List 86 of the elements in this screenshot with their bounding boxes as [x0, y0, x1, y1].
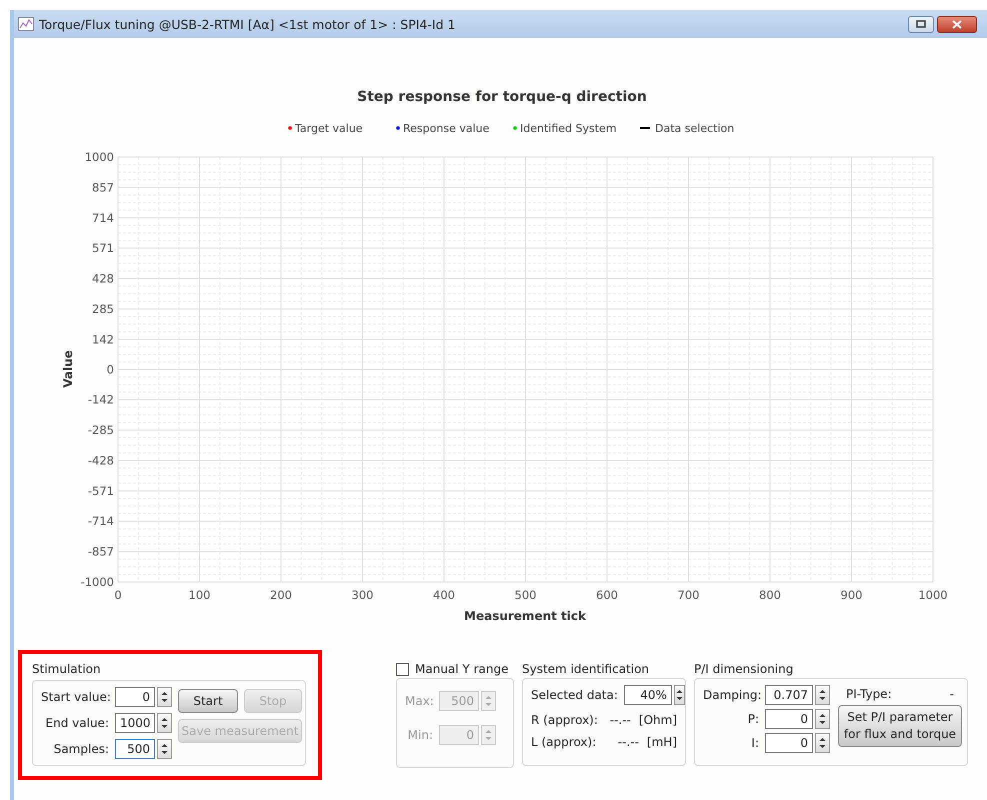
y-tick-label: 428: [92, 272, 114, 286]
number-field[interactable]: 0: [115, 687, 155, 707]
y-tick-label: 0: [106, 362, 114, 376]
spin-button[interactable]: [674, 685, 685, 705]
x-tick-label: 500: [514, 588, 536, 602]
x-tick-label: 100: [188, 588, 210, 602]
spinner-arrows-icon: [160, 716, 169, 730]
x-axis-label: Measurement tick: [464, 609, 586, 623]
spin-button[interactable]: [157, 687, 172, 707]
spinner-arrows-icon: [818, 712, 827, 726]
set-parameter-button[interactable]: Set P/I parameter for flux and torque: [838, 705, 962, 747]
action-button[interactable]: Start: [178, 689, 238, 713]
y-tick-label: 571: [92, 241, 114, 256]
field-label: Start value:: [41, 690, 109, 704]
x-tick-label: 200: [270, 588, 292, 602]
spinner-arrows-icon: [818, 688, 827, 702]
y-tick-label: -428: [88, 453, 114, 468]
field-label: Max:: [405, 694, 433, 708]
legend-label: Data selection: [655, 122, 734, 135]
y-tick-label: 714: [92, 210, 114, 225]
x-tick-label: 1000: [918, 588, 948, 602]
x-tick-label: 300: [352, 588, 374, 602]
number-field[interactable]: 0: [765, 733, 813, 753]
x-tick-label: 0: [114, 588, 122, 602]
field-label: Min:: [406, 728, 433, 742]
x-tick-label: 400: [433, 588, 455, 602]
x-tick-label: 600: [596, 588, 618, 602]
number-field[interactable]: 1000: [115, 713, 155, 733]
checkbox[interactable]: [396, 662, 409, 676]
spinner-arrows-icon: [484, 694, 493, 708]
result-label: L (approx):: [531, 735, 598, 749]
close-icon: [952, 20, 962, 28]
y-tick-label: 857: [92, 180, 114, 194]
y-tick-label: 142: [92, 332, 114, 346]
result-value: --.--: [610, 713, 631, 727]
legend-label: Target value: [295, 122, 363, 135]
y-tick-label: -285: [88, 423, 114, 438]
spin-button[interactable]: [815, 709, 830, 729]
group-title: Stimulation: [32, 662, 102, 676]
field-label: End value:: [44, 716, 109, 730]
spinner-arrows-icon: [818, 736, 827, 750]
spin-button[interactable]: [815, 685, 830, 705]
field-label: I:: [750, 736, 759, 750]
chart-title: Step response for torque-q direction: [357, 89, 647, 105]
spin-button[interactable]: [157, 713, 172, 733]
spinner-arrows-icon: [674, 688, 684, 702]
result-label: R (approx):: [531, 713, 599, 727]
spinner-arrows-icon: [160, 690, 169, 704]
unit-label: [mH]: [646, 735, 677, 749]
result-value: --.--: [618, 735, 639, 749]
field-label: Samples:: [52, 742, 109, 756]
type-label: PI-Type:: [846, 687, 892, 701]
window-title: Torque/Flux tuning @USB-2-RTMI [Aα] <1st motor of 1> : SPI4-Id 1: [39, 16, 456, 32]
group-title: System identification: [522, 662, 650, 676]
number-field[interactable]: 500: [115, 739, 155, 759]
chart-icon: [18, 17, 34, 31]
restore-icon: [916, 20, 926, 28]
y-axis-label: Value: [61, 350, 75, 388]
number-field[interactable]: 0: [765, 709, 813, 729]
spinner-arrows-icon: [484, 728, 493, 742]
x-tick-label: 700: [678, 588, 700, 602]
y-tick-label: -1000: [80, 575, 114, 589]
legend-label: Identified System: [520, 122, 617, 135]
x-tick-label: 900: [840, 588, 862, 602]
field-label: P:: [746, 712, 759, 726]
spin-button[interactable]: [815, 733, 830, 753]
y-tick-label: 285: [92, 302, 114, 316]
close-button[interactable]: [937, 16, 977, 32]
y-tick-label: 1000: [84, 150, 114, 164]
y-tick-label: -857: [88, 544, 114, 559]
number-field[interactable]: 40%: [624, 685, 672, 705]
number-field[interactable]: 0.707: [765, 685, 813, 705]
spin-button[interactable]: [157, 739, 172, 759]
type-value: -: [950, 687, 954, 701]
y-tick-label: -571: [88, 484, 114, 498]
field-label: Damping:: [703, 688, 759, 702]
y-tick-label: -714: [88, 514, 114, 528]
legend-label: Response value: [403, 122, 490, 135]
spinner-arrows-icon: [160, 742, 169, 756]
field-label: Selected data:: [531, 688, 618, 702]
restore-button[interactable]: [908, 16, 934, 32]
unit-label: [Ohm]: [638, 713, 677, 727]
y-tick-label: -142: [88, 392, 114, 407]
group-title: P/I dimensioning: [694, 662, 794, 676]
checkbox-label: Manual Y range: [415, 662, 508, 676]
x-tick-label: 800: [759, 588, 781, 602]
